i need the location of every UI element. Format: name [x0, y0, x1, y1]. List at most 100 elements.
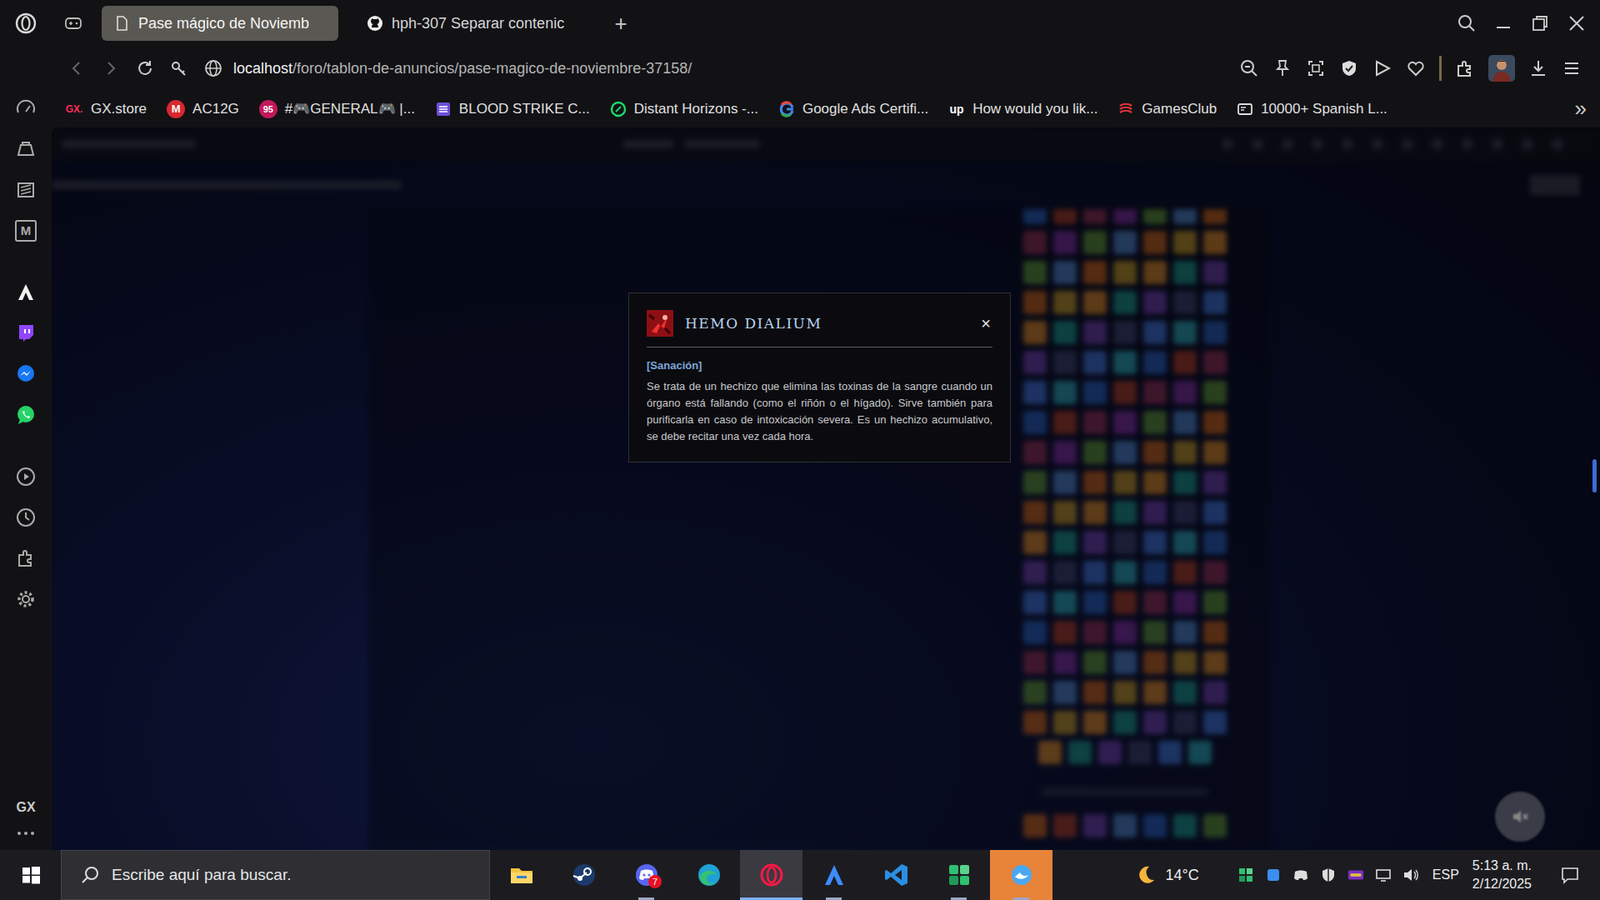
network-icon[interactable] — [1375, 866, 1392, 884]
messenger-icon — [15, 363, 37, 385]
vscode-icon — [883, 861, 910, 889]
bookmark[interactable]: Google Ads Certifi... — [778, 100, 929, 118]
menu-icon[interactable] — [1561, 58, 1582, 79]
sidebar-item[interactable]: M — [0, 210, 52, 251]
gamepad-icon[interactable] — [63, 13, 84, 34]
taskbar-search[interactable]: Escribe aquí para buscar. — [60, 850, 490, 900]
sidebar-item[interactable] — [0, 537, 52, 579]
input-language[interactable]: ESP — [1432, 867, 1460, 883]
taskbar-app[interactable] — [490, 850, 553, 900]
grid-tray-icon[interactable] — [1237, 866, 1255, 884]
sidebar-item[interactable] — [0, 128, 52, 170]
taskbar-app[interactable] — [677, 850, 740, 900]
taskbar-app[interactable] — [552, 850, 615, 900]
restore-icon[interactable] — [1530, 13, 1550, 34]
reload-icon[interactable] — [135, 58, 155, 79]
tab-list: Pase mágico de Noviemb hph-307 Separar c… — [101, 5, 1457, 41]
clock[interactable]: 5:13 a. m. 2/12/2025 — [1472, 856, 1532, 894]
modal-backdrop[interactable] — [51, 127, 1600, 850]
pin-icon[interactable] — [1272, 58, 1293, 79]
bookmark[interactable]: GX. GX.store — [65, 100, 147, 118]
download-icon[interactable] — [1528, 58, 1549, 79]
snapshot-icon[interactable] — [1305, 58, 1326, 79]
weather-widget[interactable]: 14°C — [1134, 863, 1200, 887]
taskbar-app[interactable] — [927, 850, 990, 900]
sidebar-item[interactable] — [0, 578, 52, 620]
sidebar-item[interactable] — [0, 169, 52, 210]
back-icon[interactable] — [66, 58, 87, 79]
winrar-icon[interactable] — [1347, 866, 1365, 884]
gx-control-button[interactable]: GX — [15, 791, 35, 830]
security-icon[interactable] — [1320, 866, 1337, 884]
running-indicator — [740, 897, 803, 900]
minimize-icon[interactable] — [1493, 13, 1514, 34]
forward-icon[interactable] — [100, 58, 121, 79]
volume-icon[interactable] — [1402, 866, 1420, 884]
running-indicator — [638, 897, 655, 900]
page-icon — [113, 15, 130, 32]
sidebar-group: M — [0, 87, 52, 251]
browser-tab[interactable]: hph-307 Separar contenic — [355, 5, 592, 41]
spell-description: Se trata de un hechizo que elimina las t… — [646, 378, 993, 445]
discord-tray-icon[interactable] — [1292, 866, 1310, 884]
server-badge-icon: 95 — [259, 100, 278, 119]
opera-logo-icon[interactable] — [14, 11, 38, 35]
news-icon — [15, 179, 37, 201]
bookmark[interactable]: 10000+ Spanish L... — [1236, 100, 1388, 118]
taskbar-app[interactable] — [865, 850, 928, 900]
mega-icon: M — [166, 100, 185, 119]
zoom-out-icon[interactable] — [1239, 58, 1260, 79]
taskbar-apps: 7 — [490, 850, 1053, 900]
arc-app-icon — [820, 861, 848, 889]
sidebar-item[interactable] — [0, 312, 52, 354]
extensions-icon[interactable] — [1455, 58, 1475, 79]
sidebar: M GX — [0, 46, 52, 850]
desktop: Pase mágico de Noviemb hph-307 Separar c… — [0, 0, 1600, 900]
send-icon[interactable] — [1372, 58, 1393, 79]
search-icon[interactable] — [1456, 13, 1477, 34]
heart-icon[interactable] — [1405, 58, 1426, 79]
more-bookmarks-button[interactable]: » — [1575, 95, 1587, 122]
extensions-icon — [15, 547, 37, 570]
profile-avatar-icon[interactable] — [1488, 55, 1515, 82]
running-indicator — [950, 897, 967, 900]
browser-tab[interactable]: Pase mágico de Noviemb — [101, 5, 339, 41]
sidebar-item[interactable] — [0, 87, 52, 129]
close-window-icon[interactable] — [1566, 13, 1587, 34]
bookmark[interactable]: M AC12G — [166, 100, 240, 119]
shield-icon[interactable] — [1339, 58, 1360, 79]
bookmark[interactable]: 95 #🎮GENERAL🎮 |... — [259, 100, 415, 119]
tab-bar: Pase mágico de Noviemb hph-307 Separar c… — [0, 0, 1600, 47]
sidebar-group — [0, 455, 52, 620]
taskbar-app[interactable]: 7 — [615, 850, 678, 900]
url-field[interactable]: localhost/foro/tablon-de-anuncios/pase-m… — [233, 60, 1230, 78]
bird-app-icon — [1008, 861, 1035, 889]
key-icon[interactable] — [169, 58, 190, 79]
sidebar-item[interactable] — [0, 271, 52, 313]
bookmark[interactable]: Distant Horizons -... — [610, 100, 759, 118]
taskbar-app[interactable] — [990, 850, 1053, 900]
flashcard-icon — [1236, 100, 1254, 118]
start-button[interactable] — [0, 850, 61, 900]
more-dots-icon[interactable] — [15, 830, 36, 837]
sidebar-item[interactable] — [0, 353, 52, 395]
bookmark[interactable]: BLOOD STRIKE C... — [435, 100, 590, 118]
sidebar-item[interactable] — [0, 455, 52, 497]
taskbar-app[interactable] — [740, 850, 803, 900]
whatsapp-icon — [15, 404, 37, 426]
twitch-icon — [15, 322, 37, 345]
bookmark[interactable]: up How would you lik... — [948, 100, 1098, 118]
gamesclub-icon — [1117, 100, 1135, 118]
sidebar-item[interactable] — [0, 394, 52, 435]
taskbar-app[interactable] — [802, 850, 865, 900]
onedrive-icon[interactable] — [1265, 866, 1282, 884]
scrollbar-thumb[interactable] — [1592, 459, 1597, 493]
close-button[interactable]: × — [979, 314, 993, 334]
notifications-icon[interactable] — [1560, 865, 1580, 885]
bookmark[interactable]: GamesClub — [1117, 100, 1217, 118]
globe-icon[interactable] — [203, 58, 224, 79]
running-indicator — [825, 897, 842, 900]
sidebar-item[interactable] — [0, 496, 52, 538]
new-tab-button[interactable]: + — [608, 10, 634, 37]
sound-toggle-button[interactable] — [1495, 791, 1545, 842]
